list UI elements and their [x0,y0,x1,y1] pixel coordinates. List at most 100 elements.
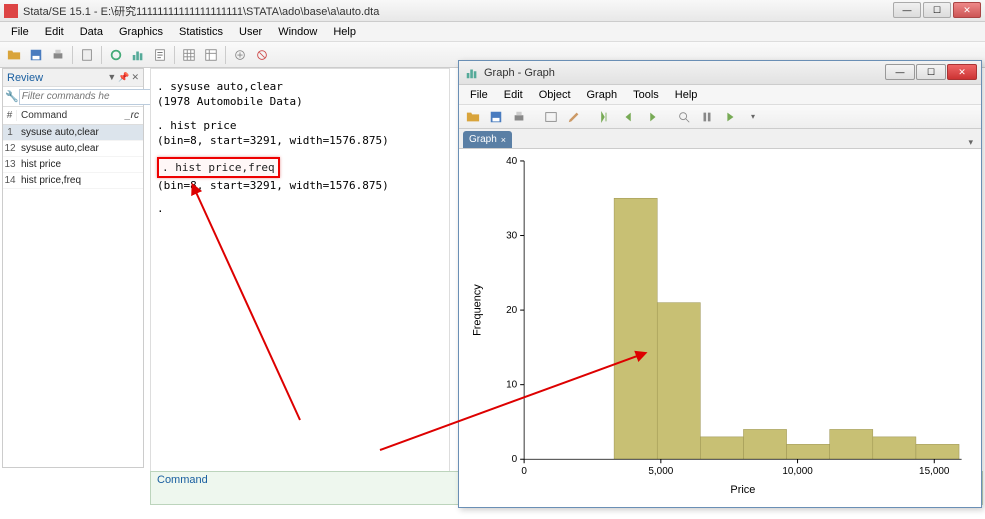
print-icon[interactable] [48,45,68,65]
menu-window[interactable]: Window [271,24,324,40]
x-tick-label: 5,000 [648,466,673,477]
highlighted-cmd: . hist price,freq [157,157,280,178]
results-line: . sysuse auto,clear [157,79,443,94]
review-col-rc[interactable]: _rc [121,110,143,121]
maximize-button[interactable]: ☐ [923,2,951,18]
viewer-icon[interactable] [106,45,126,65]
x-tick-label: 15,000 [919,466,950,477]
x-axis-label: Price [730,484,755,496]
review-title: Review [7,72,43,84]
window-title: Stata/SE 15.1 - E:\研究1111111111111111111… [23,3,379,19]
more-icon[interactable] [230,45,250,65]
graph-print-icon[interactable] [509,107,529,127]
graph-menu-object[interactable]: Object [532,87,578,103]
app-icon [4,4,18,18]
graph-prev-icon[interactable] [619,107,639,127]
graph-titlebar[interactable]: Graph - Graph — ☐ ✕ [459,61,981,85]
minimize-button[interactable]: — [893,2,921,18]
graph-menu-help[interactable]: Help [668,87,705,103]
graph-open-icon[interactable] [463,107,483,127]
results-panel: . sysuse auto,clear (1978 Automobile Dat… [150,68,450,473]
menu-statistics[interactable]: Statistics [172,24,230,40]
close-button[interactable]: ✕ [953,2,981,18]
histogram-bar [873,437,916,459]
graph-app-icon [465,66,479,80]
y-tick-label: 0 [512,454,518,465]
menu-graphics[interactable]: Graphics [112,24,170,40]
review-columns: # Command _rc [3,107,143,125]
histogram-bar [830,429,873,459]
graph-minimize-button[interactable]: — [885,64,915,80]
graph-window-title: Graph - Graph [484,67,555,79]
menu-edit[interactable]: Edit [38,24,71,40]
graph-play-start-icon[interactable] [596,107,616,127]
review-row[interactable]: 14hist price,freq [3,173,143,189]
graph-canvas: 01020304005,00010,00015,000PriceFrequenc… [465,153,975,501]
review-row-cmd: hist price [17,159,143,170]
histogram-bar [787,444,830,459]
data-editor-icon[interactable] [179,45,199,65]
histogram-bar [700,437,743,459]
graph-zoom-icon[interactable] [674,107,694,127]
menu-file[interactable]: File [4,24,36,40]
results-line: (bin=8, start=3291, width=1576.875) [157,133,443,148]
review-row[interactable]: 12sysuse auto,clear [3,141,143,157]
results-prompt: . [157,201,443,216]
y-tick-label: 20 [506,305,518,316]
graph-menu-edit[interactable]: Edit [497,87,530,103]
x-tick-label: 10,000 [782,466,813,477]
review-filter-row: 🔧 [3,87,143,107]
graph-save-icon[interactable] [486,107,506,127]
break-icon[interactable] [252,45,272,65]
open-icon[interactable] [4,45,24,65]
graph-play-icon[interactable] [720,107,740,127]
review-row-cmd: sysuse auto,clear [17,143,143,154]
review-filter-toggle-icon[interactable]: ▼ [107,72,116,83]
menu-user[interactable]: User [232,24,269,40]
graph-next-icon[interactable] [642,107,662,127]
main-titlebar: Stata/SE 15.1 - E:\研究1111111111111111111… [0,0,985,22]
graph-maximize-button[interactable]: ☐ [916,64,946,80]
results-line: (bin=8, start=3291, width=1576.875) [157,178,443,193]
histogram-bar [743,429,786,459]
graph-rename-icon[interactable] [541,107,561,127]
y-axis-label: Frequency [471,284,483,336]
wrench-icon[interactable]: 🔧 [5,89,19,105]
graph-icon[interactable] [128,45,148,65]
review-row[interactable]: 1sysuse auto,clear [3,125,143,141]
review-row-cmd: hist price,freq [17,175,143,186]
review-row[interactable]: 13hist price [3,157,143,173]
graph-menu-graph[interactable]: Graph [580,87,625,103]
save-icon[interactable] [26,45,46,65]
histogram-bar [916,444,959,459]
graph-menu-file[interactable]: File [463,87,495,103]
menu-data[interactable]: Data [73,24,110,40]
graph-menu-tools[interactable]: Tools [626,87,666,103]
graph-edit-icon[interactable] [564,107,584,127]
graph-toolbar: ▾ [459,105,981,129]
menu-help[interactable]: Help [326,24,363,40]
review-panel: Review ▼📌✕ 🔧 # Command _rc 1sysuse auto,… [2,68,144,468]
graph-tab[interactable]: Graph × [463,131,512,148]
graph-tab-close-icon[interactable]: × [501,135,506,145]
histogram-bar [614,198,657,459]
review-close-icon[interactable]: ✕ [131,72,139,83]
review-filter-input[interactable] [19,89,159,105]
review-col-command[interactable]: Command [17,110,121,121]
main-menubar: FileEditDataGraphicsStatisticsUserWindow… [0,22,985,42]
log-icon[interactable] [77,45,97,65]
review-pin-icon[interactable]: 📌 [118,72,129,83]
dofile-icon[interactable] [150,45,170,65]
review-row-num: 1 [3,127,17,138]
graph-tab-menu-icon[interactable]: ▾ [968,137,973,148]
graph-dropdown-icon[interactable]: ▾ [743,107,763,127]
graph-close-button[interactable]: ✕ [947,64,977,80]
review-col-num: # [3,110,17,121]
histogram-chart: 01020304005,00010,00015,000PriceFrequenc… [465,153,975,501]
results-highlighted-command: . hist price,freq [157,157,443,178]
review-row-cmd: sysuse auto,clear [17,127,143,138]
graph-pause-icon[interactable] [697,107,717,127]
data-browser-icon[interactable] [201,45,221,65]
graph-menubar: FileEditObjectGraphToolsHelp [459,85,981,105]
results-line: . hist price [157,118,443,133]
